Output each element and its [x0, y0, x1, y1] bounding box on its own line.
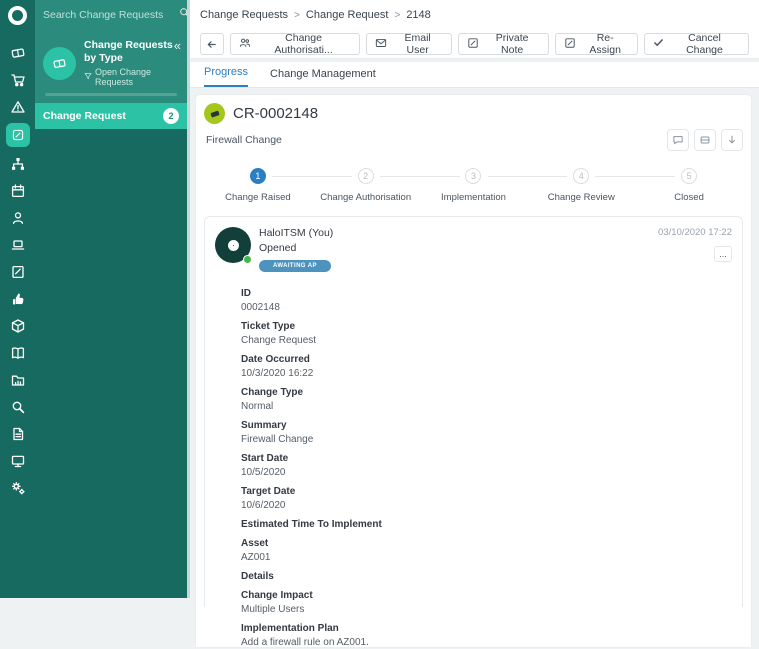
field-date-occurred: Date Occurred10/3/2020 16:22: [241, 354, 732, 380]
re-assign-button[interactable]: Re-Assign: [555, 33, 637, 55]
entry-action: Opened: [259, 242, 333, 254]
tickets-icon[interactable]: [0, 39, 35, 66]
pencil-square-icon: [467, 37, 479, 52]
search-input[interactable]: [43, 9, 178, 21]
collapse-panel-icon[interactable]: «: [174, 38, 181, 53]
field-estimated-time: Estimated Time To Implement: [241, 519, 732, 531]
private-note-button[interactable]: Private Note: [458, 33, 550, 55]
users-icon: [239, 37, 251, 52]
field-target-date: Target Date10/6/2020: [241, 486, 732, 512]
user-icon[interactable]: [0, 204, 35, 231]
breadcrumb-separator: >: [394, 10, 400, 21]
icon-rail: [0, 0, 35, 598]
main-area: Change Requests > Change Request > 2148 …: [190, 0, 759, 598]
field-change-type: Change TypeNormal: [241, 387, 732, 413]
breadcrumb-separator: >: [294, 10, 300, 21]
step-closed: 5 Closed: [635, 168, 743, 203]
thumbs-up-icon[interactable]: [0, 285, 35, 312]
field-change-impact: Change ImpactMultiple Users: [241, 590, 732, 616]
progress-stepper: 1 Change Raised 2 Change Authorisation 3…: [204, 168, 743, 203]
book-icon[interactable]: [0, 339, 35, 366]
tab-progress[interactable]: Progress: [204, 66, 248, 87]
field-ticket-type: Ticket TypeChange Request: [241, 321, 732, 347]
field-asset: AssetAZ001: [241, 538, 732, 564]
cart-icon[interactable]: [0, 66, 35, 93]
field-details: Details: [241, 571, 732, 583]
timeline-entry: HaloITSM (You) Opened AWAITING AP 03/10/…: [204, 216, 743, 607]
document-icon[interactable]: [0, 420, 35, 447]
envelope-icon: [375, 37, 387, 52]
entry-author: HaloITSM (You): [259, 227, 333, 239]
step-change-review: 4 Change Review: [527, 168, 635, 203]
calendar-icon[interactable]: [0, 177, 35, 204]
step-change-authorisation: 2 Change Authorisation: [312, 168, 420, 203]
search-icon[interactable]: [0, 393, 35, 420]
print-icon[interactable]: [694, 129, 716, 151]
step-change-raised: 1 Change Raised: [204, 168, 312, 203]
tab-bar: Progress Change Management: [190, 62, 759, 88]
entry-timestamp: 03/10/2020 17:22: [658, 227, 732, 238]
tab-change-management[interactable]: Change Management: [270, 68, 376, 87]
panel-header: Change Requests by Type Open Change Requ…: [35, 30, 187, 103]
monitor-icon[interactable]: [0, 447, 35, 474]
step-implementation: 3 Implementation: [420, 168, 528, 203]
field-start-date: Start Date10/5/2020: [241, 453, 732, 479]
field-summary: SummaryFirewall Change: [241, 420, 732, 446]
halo-logo-icon[interactable]: [0, 0, 35, 30]
warning-icon[interactable]: [0, 93, 35, 120]
ticket-reference: CR-0002148: [233, 105, 318, 122]
ticket-type-icon: [204, 103, 225, 124]
change-request-icon[interactable]: [0, 120, 35, 150]
ticket-summary: Firewall Change: [206, 134, 318, 146]
field-implementation-plan: Implementation PlanAdd a firewall rule o…: [241, 623, 732, 649]
cancel-change-button[interactable]: Cancel Change: [644, 33, 749, 55]
breadcrumb-change-request[interactable]: Change Request: [306, 9, 389, 21]
panel-item-label: Change Request: [43, 110, 126, 122]
search-bar: [35, 0, 187, 30]
filter-icon: [84, 72, 92, 82]
action-toolbar: Change Authorisati... Email User Private…: [190, 30, 759, 59]
online-status-dot: [243, 255, 252, 264]
email-user-button[interactable]: Email User: [366, 33, 451, 55]
breadcrumb-ticket-id[interactable]: 2148: [406, 9, 430, 21]
status-badge: AWAITING AP: [259, 260, 331, 272]
back-button[interactable]: [200, 33, 224, 55]
check-icon: [653, 37, 664, 51]
pencil-square-icon: [564, 37, 576, 52]
panel-subtitle: Open Change Requests: [95, 67, 179, 87]
panel-scrollbar[interactable]: [45, 93, 177, 96]
breadcrumb-change-requests[interactable]: Change Requests: [200, 9, 288, 21]
scroll-down-icon[interactable]: [721, 129, 743, 151]
note-icon[interactable]: [0, 258, 35, 285]
entry-menu-button[interactable]: ...: [714, 246, 732, 262]
count-badge: 2: [163, 108, 179, 124]
panel-title: Change Requests by Type: [84, 39, 179, 65]
chat-icon[interactable]: [667, 129, 689, 151]
panel-item-change-request[interactable]: Change Request 2: [35, 103, 187, 129]
change-type-icon: [43, 47, 76, 80]
avatar: [215, 227, 251, 263]
laptop-icon[interactable]: [0, 231, 35, 258]
products-icon[interactable]: [0, 312, 35, 339]
ticket-card: CR-0002148 Firewall Change 1 Change Rais…: [196, 95, 751, 647]
field-list: ID0002148 Ticket TypeChange Request Date…: [241, 288, 732, 649]
sitemap-icon[interactable]: [0, 150, 35, 177]
list-panel: Change Requests by Type Open Change Requ…: [35, 0, 187, 598]
field-id: ID0002148: [241, 288, 732, 314]
reports-icon[interactable]: [0, 366, 35, 393]
change-authorisation-button[interactable]: Change Authorisati...: [230, 33, 361, 55]
settings-icon[interactable]: [0, 474, 35, 501]
breadcrumb: Change Requests > Change Request > 2148: [190, 0, 759, 30]
